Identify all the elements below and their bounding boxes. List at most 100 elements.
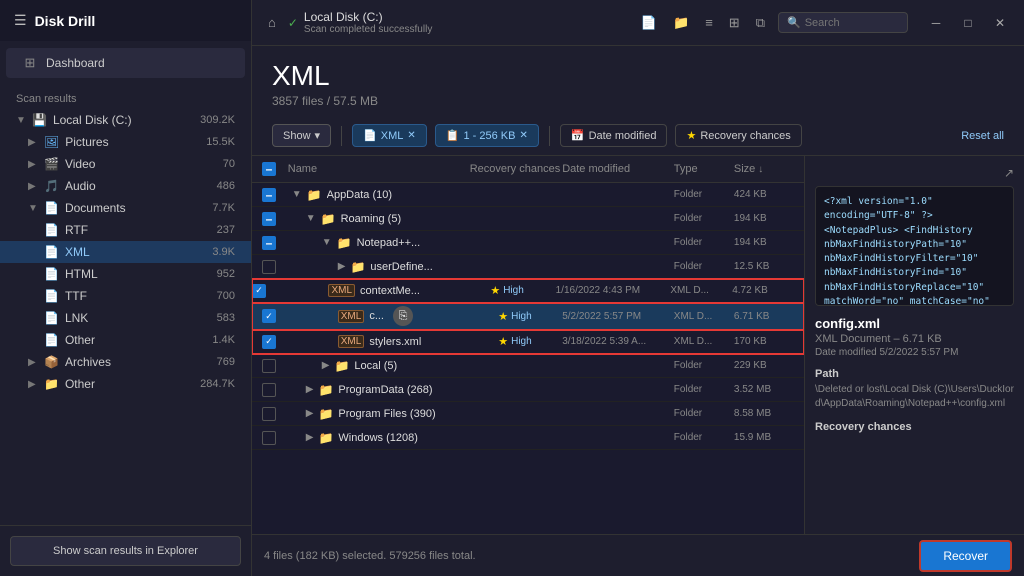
table-row[interactable]: – ▼ 📁 Roaming (5) Folder 194 KB <box>252 207 804 231</box>
location-name: Local Disk (C:) <box>304 10 432 24</box>
scan-results-button[interactable]: Show scan results in Explorer <box>10 536 241 566</box>
chevron-icon: ▶ <box>306 432 314 443</box>
maximize-button[interactable]: □ <box>954 13 982 33</box>
toolbar-icons: 📄 📁 ≡ ⊞ ⧉ <box>634 10 772 36</box>
location-info: ✓ Local Disk (C:) Scan completed success… <box>288 10 628 35</box>
row-checkbox[interactable] <box>262 260 276 274</box>
menu-icon[interactable]: ☰ <box>14 12 27 29</box>
folder-icon: 📁 <box>318 431 333 445</box>
size-tag-close[interactable]: ✕ <box>519 130 527 141</box>
sidebar-header: ☰ Disk Drill <box>0 0 251 41</box>
row-checkbox[interactable]: – <box>262 236 276 250</box>
expand-preview-button[interactable]: ↗ <box>1004 166 1014 180</box>
chevron-icon: ▶ <box>322 360 330 371</box>
sidebar-item-dashboard[interactable]: ⊞ Dashboard <box>6 48 245 78</box>
date-filter-button[interactable]: 📅 Date modified <box>560 124 668 147</box>
row-checkbox[interactable]: ✓ <box>262 309 276 323</box>
filter-divider2 <box>549 126 550 146</box>
table-row[interactable]: ▶ 📁 Windows (1208) Folder 15.9 MB <box>252 426 804 450</box>
sidebar-item-audio[interactable]: ▶ 🎵 Audio 486 <box>0 175 251 197</box>
sidebar-tree: ▼ 💾 Local Disk (C:) 309.2K ▶ 🖼 Pictures … <box>0 109 251 525</box>
sidebar-item-documents[interactable]: ▼ 📄 Documents 7.7K <box>0 197 251 219</box>
sidebar-item-docs-other[interactable]: 📄 Other 1.4K <box>0 329 251 351</box>
folder-icon: 📁 <box>334 359 349 373</box>
xml-file-icon: XML <box>338 335 365 348</box>
row-checkbox[interactable]: – <box>262 188 276 202</box>
size-filter-tag[interactable]: 📋 1 - 256 KB ✕ <box>435 124 539 147</box>
top-toolbar: ⌂ ✓ Local Disk (C:) Scan completed succe… <box>252 0 1024 46</box>
table-row[interactable]: – ▼ 📁 Notepad++... Folder 194 KB <box>252 231 804 255</box>
row-checkbox[interactable] <box>262 383 276 397</box>
sidebar-item-ttf[interactable]: 📄 TTF 700 <box>0 285 251 307</box>
copy-icon[interactable]: ⎘ <box>393 306 413 326</box>
row-checkbox[interactable]: – <box>262 212 276 226</box>
preview-xml-content: <?xml version="1.0" encoding="UTF-8" ?> … <box>815 186 1014 306</box>
main-content: ⌂ ✓ Local Disk (C:) Scan completed succe… <box>252 0 1024 576</box>
show-filter-button[interactable]: Show ▾ <box>272 124 331 147</box>
folder-icon[interactable]: 📁 <box>666 10 696 36</box>
disk-icon: 💾 <box>32 113 47 127</box>
xml-filter-tag[interactable]: 📄 XML ✕ <box>352 124 427 147</box>
col-type-header[interactable]: Type <box>674 163 734 175</box>
close-button[interactable]: ✕ <box>986 13 1014 33</box>
calendar-icon: 📅 <box>571 129 585 142</box>
select-all-checkbox[interactable]: – <box>262 162 276 176</box>
search-icon: 🔍 <box>787 16 801 29</box>
sidebar-item-lnk[interactable]: 📄 LNK 583 <box>0 307 251 329</box>
sidebar-item-rtf[interactable]: 📄 RTF 237 <box>0 219 251 241</box>
chevron-icon: ▶ <box>306 408 314 419</box>
col-date-header[interactable]: Date modified <box>562 163 674 175</box>
lnk-icon: 📄 <box>44 311 59 325</box>
star-icon[interactable]: ★ <box>498 335 508 348</box>
table-row[interactable]: ✓ XML contextMe... ★ High 1/16/2022 4:43… <box>252 279 804 303</box>
table-row[interactable]: ✓ XML stylers.xml ★ High 3/18/2022 5:39 … <box>252 330 804 354</box>
sidebar-item-pictures[interactable]: ▶ 🖼 Pictures 15.5K <box>0 131 251 153</box>
row-checkbox[interactable]: ✓ <box>252 284 266 298</box>
sidebar-item-local-disk[interactable]: ▼ 💾 Local Disk (C:) 309.2K <box>0 109 251 131</box>
xml-tag-close[interactable]: ✕ <box>407 130 415 141</box>
search-input[interactable] <box>805 17 885 29</box>
location-status: Scan completed successfully <box>304 24 432 35</box>
sidebar-item-xml[interactable]: 📄 XML 3.9K <box>0 241 251 263</box>
col-name-header[interactable]: Name <box>288 163 468 175</box>
star-icon[interactable]: ★ <box>490 284 500 297</box>
row-checkbox[interactable] <box>262 431 276 445</box>
back-button[interactable]: ⌂ <box>262 11 282 34</box>
new-file-icon[interactable]: 📄 <box>634 10 664 36</box>
sidebar-item-html[interactable]: 📄 HTML 952 <box>0 263 251 285</box>
table-row[interactable]: ▶ 📁 ProgramData (268) Folder 3.52 MB <box>252 378 804 402</box>
sidebar-item-archives[interactable]: ▶ 📦 Archives 769 <box>0 351 251 373</box>
reset-all-button[interactable]: Reset all <box>961 130 1004 142</box>
ttf-icon: 📄 <box>44 289 59 303</box>
columns-icon[interactable]: ⧉ <box>749 10 772 36</box>
star-icon[interactable]: ★ <box>498 310 508 323</box>
folder-icon: 📁 <box>337 236 352 250</box>
page-header: XML 3857 files / 57.5 MB <box>252 46 1024 116</box>
xml-icon: 📄 <box>44 245 59 259</box>
filter-bar: Show ▾ 📄 XML ✕ 📋 1 - 256 KB ✕ 📅 Date mod… <box>252 116 1024 156</box>
chevron-icon: ▼ <box>322 237 332 248</box>
preview-recovery-title: Recovery chances <box>815 421 1014 433</box>
list-view-icon[interactable]: ≡ <box>698 10 720 35</box>
recovery-filter-button[interactable]: ★ Recovery chances <box>675 124 801 147</box>
table-row[interactable]: – ▼ 📁 AppData (10) Folder 424 KB <box>252 183 804 207</box>
preview-date: Date modified 5/2/2022 5:57 PM <box>815 347 1014 358</box>
html-icon: 📄 <box>44 267 59 281</box>
recover-button[interactable]: Recover <box>919 540 1012 572</box>
table-row[interactable]: ✓ XML c... ⎘ ★ High 5/2/2022 5:57 PM XML… <box>252 303 804 330</box>
col-size-header[interactable]: Size ↓ <box>734 163 794 175</box>
sidebar-item-video[interactable]: ▶ 🎬 Video 70 <box>0 153 251 175</box>
row-checkbox[interactable] <box>262 359 276 373</box>
minimize-button[interactable]: ─ <box>922 13 950 33</box>
file-list: – Name Recovery chances Date modified Ty… <box>252 156 804 534</box>
row-checkbox[interactable]: ✓ <box>262 335 276 349</box>
grid-view-icon[interactable]: ⊞ <box>722 10 747 36</box>
table-row[interactable]: ▶ 📁 userDefine... Folder 12.5 KB <box>252 255 804 279</box>
size-tag-icon: 📋 <box>446 129 460 142</box>
table-row[interactable]: ▶ 📁 Program Files (390) Folder 8.58 MB <box>252 402 804 426</box>
col-recovery-header[interactable]: Recovery chances <box>468 163 562 175</box>
sidebar-item-other[interactable]: ▶ 📁 Other 284.7K <box>0 373 251 395</box>
preview-toolbar: ↗ <box>815 166 1014 180</box>
row-checkbox[interactable] <box>262 407 276 421</box>
table-row[interactable]: ▶ 📁 Local (5) Folder 229 KB <box>252 354 804 378</box>
